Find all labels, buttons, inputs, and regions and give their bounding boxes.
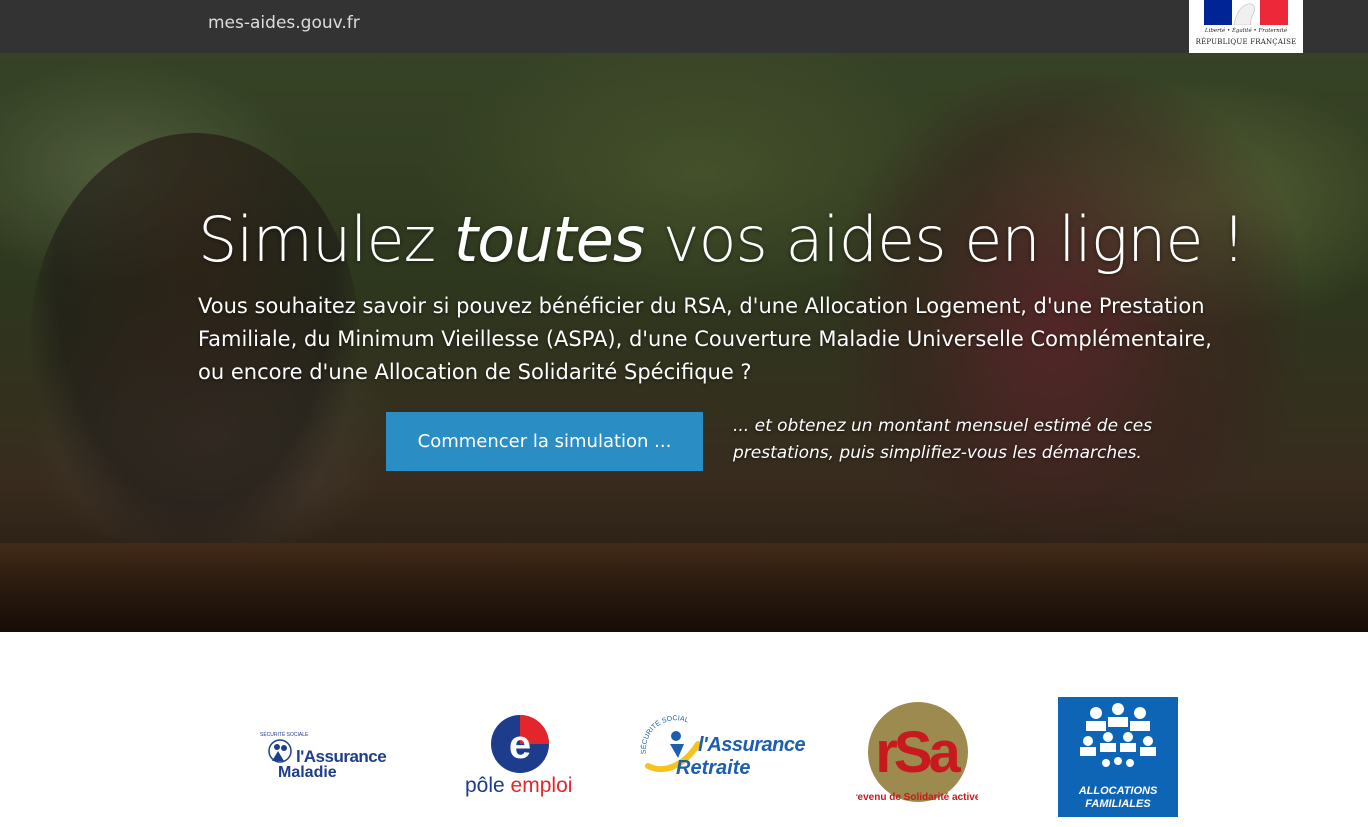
hero-banner: Simulez toutes vos aides en ligne ! Vous… <box>0 53 1368 632</box>
rsa-emblem-icon: rSa revenu de Solidarité active <box>854 702 981 803</box>
title-part-2: vos aides en ligne ! <box>644 203 1246 276</box>
caf-line2: FAMILIALES <box>1085 798 1151 810</box>
title-part-1: Simulez <box>198 203 454 276</box>
site-home-link[interactable]: mes-aides.gouv.fr <box>208 13 360 33</box>
ar-line2: Retraite <box>676 757 751 779</box>
ar-line1: l'Assurance <box>698 734 806 756</box>
pole-emploi-emblem-icon: e <box>491 715 549 773</box>
pe-word2: emploi <box>510 774 573 797</box>
top-bar: mes-aides.gouv.fr Liberté • Égalité • Fr… <box>0 0 1368 53</box>
republique-francaise-logo[interactable]: Liberté • Égalité • Fraternité RÉPUBLIQU… <box>1189 0 1303 53</box>
page-title: Simulez toutes vos aides en ligne ! <box>198 203 1246 276</box>
rsa-logo[interactable]: rSa revenu de Solidarité active <box>854 702 981 806</box>
pe-word1: pôle <box>465 774 505 797</box>
pole-emploi-logo[interactable]: e pôle emploi <box>460 714 578 804</box>
pe-wordmark: pôle emploi <box>465 774 572 798</box>
cta-note: ... et obtenez un montant mensuel estimé… <box>733 416 1153 463</box>
assurance-retraite-logo[interactable]: SÉCURITÉ SOCIALE l'Assurance Retraite <box>634 709 806 794</box>
am-small-text: SÉCURITÉ SOCIALE <box>260 731 309 738</box>
rsa-logo-text: rSa <box>875 720 961 785</box>
assurance-maladie-logo[interactable]: SÉCURITÉ SOCIALE l'Assurance Maladie <box>258 727 387 787</box>
hero-intro-text: Vous souhaitez savoir si pouvez bénéfici… <box>198 294 1212 384</box>
title-emphasis: toutes <box>453 203 645 276</box>
marianne-flag-icon <box>1204 0 1288 25</box>
rf-motto: Liberté • Égalité • Fraternité <box>1204 28 1288 34</box>
rf-name: RÉPUBLIQUE FRANÇAISE <box>1195 38 1297 46</box>
partner-logos: SÉCURITÉ SOCIALE l'Assurance Maladie e p… <box>0 632 1368 827</box>
caf-logo[interactable]: ALLOCATIONS FAMILIALES <box>1058 697 1178 817</box>
caf-family-icon <box>1080 703 1156 767</box>
caf-line1: ALLOCATIONS <box>1078 785 1158 797</box>
pe-glyph: e <box>509 723 531 767</box>
am-line2: Maladie <box>278 764 337 781</box>
start-simulation-button[interactable]: Commencer la simulation ... <box>386 412 703 471</box>
rsa-caption: revenu de Solidarité active <box>856 792 978 803</box>
